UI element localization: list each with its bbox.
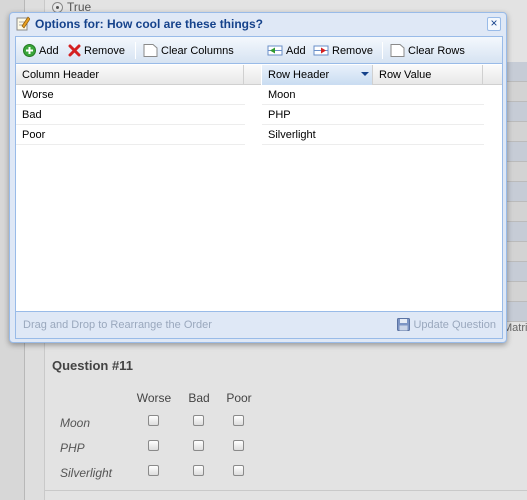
add-row-label: Add: [286, 44, 306, 57]
add-row-icon: [267, 45, 283, 56]
matrix-checkbox[interactable]: [148, 415, 159, 426]
toolbar: Add Remove Clear Columns Add Remove Clea…: [16, 37, 502, 64]
matrix-row-label: Moon: [60, 415, 91, 430]
rows-grid: Row Header Row Value Moon PHP Silverligh…: [262, 65, 502, 315]
radio-button-icon[interactable]: [52, 1, 63, 13]
columns-grid: Column Header Worse Bad Poor: [16, 65, 261, 315]
options-dialog: Options for: How cool are these things? …: [9, 12, 507, 343]
blank-page-icon: [390, 44, 405, 57]
add-column-button[interactable]: Add: [23, 42, 59, 59]
remove-column-button[interactable]: Remove: [68, 42, 125, 59]
table-cell[interactable]: Poor: [16, 125, 45, 145]
matrix-checkbox[interactable]: [193, 415, 204, 426]
matrix-checkbox[interactable]: [233, 465, 244, 476]
row-value-header[interactable]: Row Value: [373, 65, 483, 85]
matrix-checkbox[interactable]: [193, 465, 204, 476]
remove-row-icon: [313, 45, 329, 56]
table-cell[interactable]: Silverlight: [262, 125, 316, 145]
matrix-checkbox[interactable]: [148, 465, 159, 476]
row-header-header[interactable]: Row Header: [262, 65, 373, 85]
rows-grid-header: Row Header Row Value: [262, 65, 502, 85]
save-disk-icon: [397, 318, 411, 331]
table-row[interactable]: Silverlight: [262, 125, 484, 145]
matrix-row: Moon: [60, 410, 244, 435]
matrix-column-header: Poor: [226, 391, 252, 405]
table-cell[interactable]: [373, 125, 379, 145]
remove-row-button[interactable]: Remove: [313, 42, 373, 59]
table-cell[interactable]: [373, 105, 379, 125]
table-row[interactable]: Moon: [262, 85, 484, 105]
clear-columns-button[interactable]: Clear Columns: [143, 42, 234, 59]
table-row[interactable]: PHP: [262, 105, 484, 125]
clear-rows-button[interactable]: Clear Rows: [390, 42, 465, 59]
remove-x-icon: [68, 44, 81, 57]
matrix-checkbox[interactable]: [148, 440, 159, 451]
matrix-checkbox[interactable]: [233, 440, 244, 451]
clear-columns-label: Clear Columns: [161, 44, 234, 57]
column-header-header[interactable]: Column Header: [16, 65, 244, 85]
matrix-checkbox[interactable]: [193, 440, 204, 451]
blank-page-icon: [143, 44, 158, 57]
toolbar-separator: [382, 42, 383, 59]
clear-rows-label: Clear Rows: [408, 44, 465, 57]
row-header-header-label: Row Header: [268, 69, 330, 81]
background-divider: [44, 490, 527, 491]
dialog-title: Options for: How cool are these things?: [35, 17, 264, 31]
table-row[interactable]: Poor: [16, 125, 245, 145]
table-row[interactable]: Worse: [16, 85, 245, 105]
matrix-checkbox[interactable]: [233, 415, 244, 426]
dialog-header[interactable]: Options for: How cool are these things? …: [10, 13, 506, 35]
drag-drop-hint: Drag and Drop to Rearrange the Order: [23, 319, 212, 331]
matrix-row-label: PHP: [60, 440, 85, 455]
matrix-row: Silverlight: [60, 460, 244, 485]
matrix-row-label: Silverlight: [60, 465, 113, 480]
table-cell[interactable]: Bad: [16, 105, 42, 125]
toolbar-separator: [135, 42, 136, 59]
close-button[interactable]: ×: [487, 17, 501, 31]
column-menu-trigger-icon[interactable]: [361, 72, 369, 76]
edit-note-icon: [16, 16, 30, 31]
add-icon: [23, 44, 36, 57]
add-column-label: Add: [39, 44, 59, 57]
table-cell[interactable]: [373, 85, 379, 105]
add-row-button[interactable]: Add: [267, 42, 306, 59]
columns-grid-header: Column Header: [16, 65, 261, 85]
remove-column-label: Remove: [84, 44, 125, 57]
table-row[interactable]: Bad: [16, 105, 245, 125]
dialog-footer: Drag and Drop to Rearrange the Order Upd…: [16, 311, 502, 338]
matrix-column-header: Worse: [136, 391, 172, 405]
matrix-column-header: Bad: [188, 391, 210, 405]
question-title: Question #11: [52, 358, 133, 373]
table-cell[interactable]: PHP: [262, 105, 291, 125]
dialog-body: Add Remove Clear Columns Add Remove Clea…: [15, 36, 503, 339]
matrix-row: PHP: [60, 435, 244, 460]
table-cell[interactable]: Worse: [16, 85, 54, 105]
update-question-label: Update Question: [413, 318, 496, 331]
update-question-button[interactable]: Update Question: [397, 318, 496, 331]
matrix-column-headers: Worse Bad Poor: [131, 391, 257, 405]
table-cell[interactable]: Moon: [262, 85, 296, 105]
matrix-rows: Moon PHP Silverlight: [60, 410, 244, 485]
remove-row-label: Remove: [332, 44, 373, 57]
